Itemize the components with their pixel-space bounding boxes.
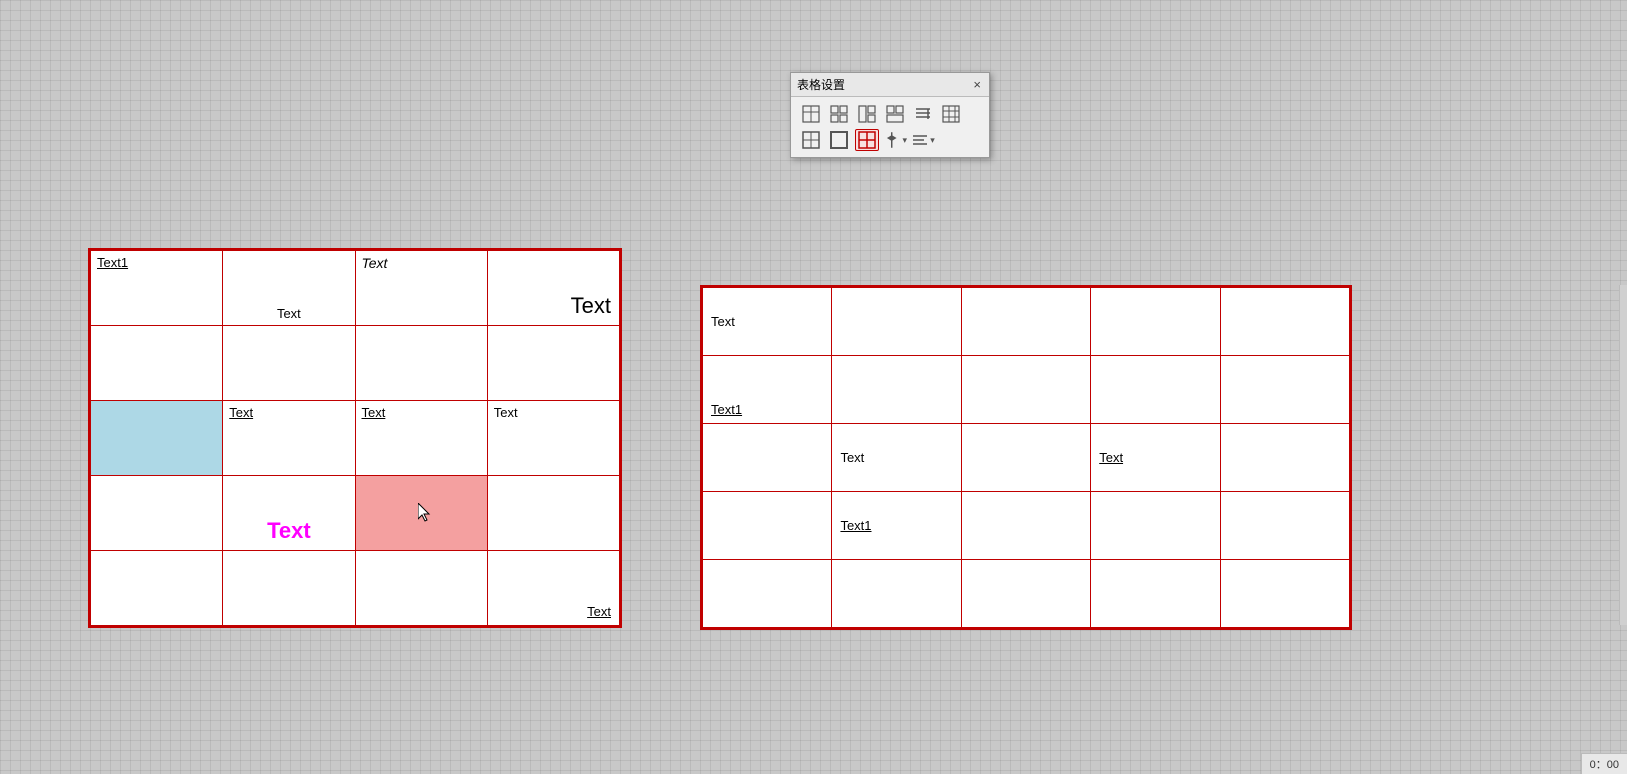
table-cell	[355, 551, 487, 626]
table-cell: Text	[487, 401, 619, 476]
table-cell	[1091, 288, 1220, 356]
table-cell	[961, 492, 1090, 560]
status-time: 0：00	[1590, 759, 1619, 771]
cell-text: Text	[840, 450, 864, 465]
table-cell: Text	[487, 551, 619, 626]
scrollbar-right[interactable]	[1619, 285, 1627, 625]
table-cell: Text1	[91, 251, 223, 326]
dialog-icon-row-1	[799, 103, 981, 125]
table-cell: Text	[1091, 424, 1220, 492]
dialog-close-button[interactable]: ×	[971, 78, 983, 91]
table-cell	[961, 288, 1090, 356]
table-cell	[223, 551, 355, 626]
table-row: Text1	[703, 492, 1350, 560]
table-cell: Text	[355, 251, 487, 326]
cell-text: Text	[711, 314, 735, 329]
cell-text: Text1	[711, 402, 742, 417]
table-cell	[832, 356, 961, 424]
table-cell	[1091, 560, 1220, 628]
table-cell: Text	[703, 288, 832, 356]
table-row: Text1 Text Text Text	[91, 251, 620, 326]
cell-text: Text	[229, 405, 253, 420]
table-settings-dialog: 表格设置 ×	[790, 72, 990, 158]
table-row: Text	[703, 288, 1350, 356]
merge-cells-icon[interactable]	[827, 103, 851, 125]
table-row: Text Text Text	[91, 401, 620, 476]
table-cell	[223, 326, 355, 401]
dialog-icon-row-2: ▾ ▾	[799, 129, 981, 151]
cell-text: Text	[277, 306, 301, 321]
insert-table-icon[interactable]	[799, 103, 823, 125]
border-outer-icon[interactable]	[827, 129, 851, 151]
right-table: Text Text1 Text Text	[702, 287, 1350, 628]
table-cell	[961, 424, 1090, 492]
dialog-title: 表格设置	[797, 76, 845, 93]
table-row	[703, 560, 1350, 628]
table-props-icon[interactable]	[939, 103, 963, 125]
table-cell	[1220, 424, 1349, 492]
table-cell	[1220, 492, 1349, 560]
table-cell: Text	[223, 476, 355, 551]
table-row: Text Text	[703, 424, 1350, 492]
table-style-icon[interactable]	[911, 103, 935, 125]
table-cell: Text1	[832, 492, 961, 560]
table-cell: Text	[832, 424, 961, 492]
cell-text-magenta: Text	[267, 518, 311, 544]
table-cell	[1220, 288, 1349, 356]
table-cell	[355, 326, 487, 401]
cell-text: Text	[494, 405, 518, 420]
table-cell: Text	[355, 401, 487, 476]
table-cell-blue	[91, 401, 223, 476]
table-cell	[487, 326, 619, 401]
status-bar: 0：00	[1581, 753, 1627, 774]
table-cell: Text	[487, 251, 619, 326]
cell-text: Text	[1099, 450, 1123, 465]
table-cell	[703, 560, 832, 628]
border-all-icon[interactable]	[799, 129, 823, 151]
table-cell	[961, 560, 1090, 628]
left-table-wrapper: Text1 Text Text Text Text	[88, 248, 622, 628]
table-cell	[1220, 560, 1349, 628]
table-cell	[91, 326, 223, 401]
table-cell: Text	[223, 401, 355, 476]
cell-text: Text1	[840, 518, 871, 533]
table-row: Text	[91, 476, 620, 551]
cell-text: Text	[571, 293, 611, 319]
dialog-body: ▾ ▾	[791, 97, 989, 157]
split-v-icon[interactable]	[883, 103, 907, 125]
split-h-icon[interactable]	[855, 103, 879, 125]
table-cell	[1220, 356, 1349, 424]
table-row: Text	[91, 551, 620, 626]
table-cell	[91, 551, 223, 626]
table-cell	[1091, 492, 1220, 560]
table-cell-pink	[355, 476, 487, 551]
table-cell	[832, 288, 961, 356]
dialog-title-bar: 表格设置 ×	[791, 73, 989, 97]
cell-text: Text	[587, 604, 611, 619]
align-horizontal-icon[interactable]: ▾	[883, 129, 907, 151]
left-table: Text1 Text Text Text Text	[90, 250, 620, 626]
text-align-icon[interactable]: ▾	[911, 129, 935, 151]
border-inner-icon[interactable]	[855, 129, 879, 151]
table-cell	[703, 424, 832, 492]
table-row	[91, 326, 620, 401]
table-cell	[487, 476, 619, 551]
table-cell	[91, 476, 223, 551]
cell-text: Text	[362, 405, 386, 420]
cell-text: Text1	[97, 255, 128, 270]
table-cell	[961, 356, 1090, 424]
table-cell: Text1	[703, 356, 832, 424]
table-cell	[832, 560, 961, 628]
table-cell	[1091, 356, 1220, 424]
cell-text: Text	[362, 255, 388, 271]
table-cell: Text	[223, 251, 355, 326]
right-table-wrapper: Text Text1 Text Text	[700, 285, 1352, 630]
table-cell	[703, 492, 832, 560]
table-row: Text1	[703, 356, 1350, 424]
